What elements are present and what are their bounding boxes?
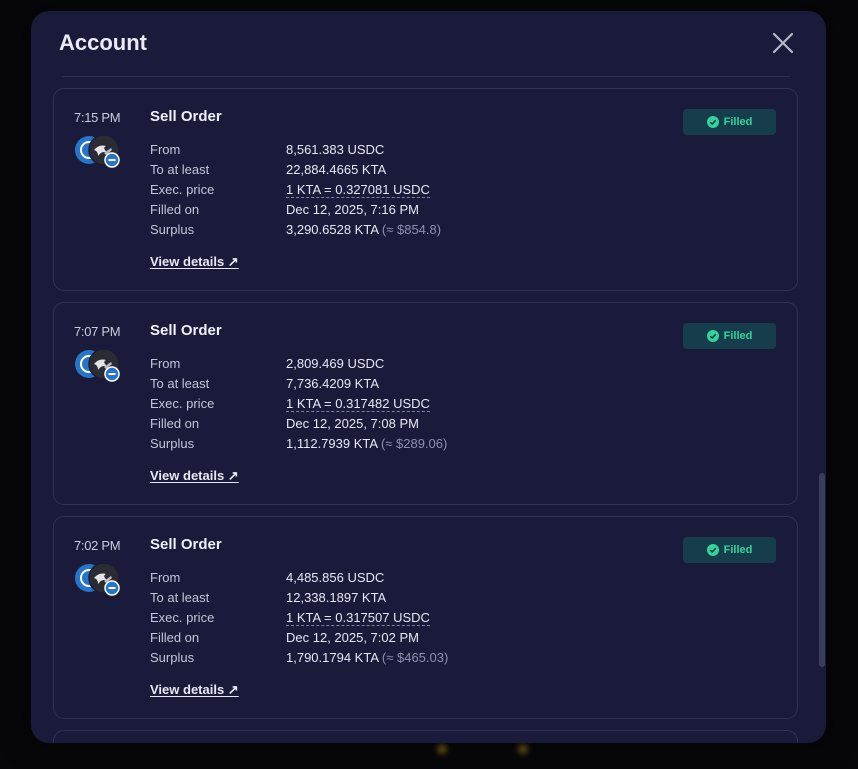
order-list[interactable]: 7:15 PM Sell Order Filled From 8,561.383… [31, 11, 826, 743]
status-label: Filled [723, 116, 753, 128]
to-at-least-label: To at least [150, 590, 210, 605]
to-at-least-value: 7,736.4209 KTA [286, 376, 379, 391]
status-badge: Filled [683, 323, 776, 349]
exec-price-label: Exec. price [150, 610, 215, 625]
order-time: 7:07 PM [74, 324, 121, 339]
order-type: Sell Order [150, 322, 222, 339]
filled-on-label: Filled on [150, 202, 200, 217]
to-at-least-label: To at least [150, 162, 210, 177]
header-divider [62, 76, 790, 77]
surplus-value: 1,112.7939 KTA [286, 436, 378, 451]
filled-on-value: Dec 12, 2025, 7:08 PM [286, 416, 419, 431]
filled-on-label: Filled on [150, 416, 200, 431]
surplus-label: Surplus [150, 650, 195, 665]
status-label: Filled [723, 544, 753, 556]
view-details-link[interactable]: View details ↗ [150, 468, 239, 484]
status-badge: Filled [683, 537, 776, 563]
scrollbar-thumb[interactable] [819, 473, 825, 667]
token-pair-icon [74, 562, 124, 598]
from-value: 4,485.856 USDC [286, 570, 385, 585]
filled-on-value: Dec 12, 2025, 7:16 PM [286, 202, 419, 217]
surplus-label: Surplus [150, 222, 195, 237]
filled-on-value: Dec 12, 2025, 7:02 PM [286, 630, 419, 645]
account-modal: 7:15 PM Sell Order Filled From 8,561.383… [31, 11, 826, 743]
view-details-link[interactable]: View details ↗ [150, 682, 239, 698]
order-time: 7:15 PM [74, 110, 121, 125]
surplus-usd-value: (≈ $465.03) [381, 650, 449, 665]
exec-price-value[interactable]: 1 KTA = 0.317482 USDC [286, 396, 430, 412]
token-pair-icon [74, 348, 124, 384]
from-label: From [150, 142, 181, 157]
token-pair-icon [74, 134, 124, 170]
surplus-value: 3,290.6528 KTA [286, 222, 379, 237]
order-card: 7:15 PM Sell Order Filled From 8,561.383… [53, 88, 798, 291]
order-type: Sell Order [150, 108, 222, 125]
to-at-least-value: 22,884.4665 KTA [286, 162, 387, 177]
background-light [437, 744, 447, 754]
close-button[interactable] [770, 30, 796, 56]
from-label: From [150, 356, 181, 371]
view-details-link[interactable]: View details ↗ [150, 254, 239, 270]
from-label: From [150, 570, 181, 585]
order-details: From 8,561.383 USDC To at least 22,884.466… [150, 140, 441, 240]
from-value: 8,561.383 USDC [286, 142, 385, 157]
status-label: Filled [723, 330, 753, 342]
order-card-partial [53, 730, 798, 743]
from-value: 2,809.469 USDC [286, 356, 385, 371]
surplus-value: 1,790.1794 KTA [286, 650, 379, 665]
modal-title: Account [59, 30, 147, 55]
filled-on-label: Filled on [150, 630, 200, 645]
surplus-label: Surplus [150, 436, 195, 451]
order-time: 7:02 PM [74, 538, 121, 553]
order-type: Sell Order [150, 536, 222, 553]
exec-price-value[interactable]: 1 KTA = 0.317507 USDC [286, 610, 430, 626]
order-details: From 2,809.469 USDC To at least 7,736.4209… [150, 354, 447, 454]
check-circle-icon [706, 330, 719, 342]
exec-price-label: Exec. price [150, 182, 215, 197]
background-light [518, 744, 528, 754]
surplus-usd-value: (≈ $289.06) [380, 436, 448, 451]
order-card: 7:02 PM Sell Order Filled From 4,485.856… [53, 516, 798, 719]
surplus-usd-value: (≈ $854.8) [381, 222, 442, 237]
check-circle-icon [706, 116, 719, 128]
to-at-least-label: To at least [150, 376, 210, 391]
close-icon[interactable] [770, 30, 796, 56]
status-badge: Filled [683, 109, 776, 135]
check-circle-icon [706, 544, 719, 556]
order-details: From 4,485.856 USDC To at least 12,338.189… [150, 568, 448, 668]
exec-price-label: Exec. price [150, 396, 215, 411]
exec-price-value[interactable]: 1 KTA = 0.327081 USDC [286, 182, 430, 198]
order-card: 7:07 PM Sell Order Filled From 2,809.469… [53, 302, 798, 505]
to-at-least-value: 12,338.1897 KTA [286, 590, 387, 605]
